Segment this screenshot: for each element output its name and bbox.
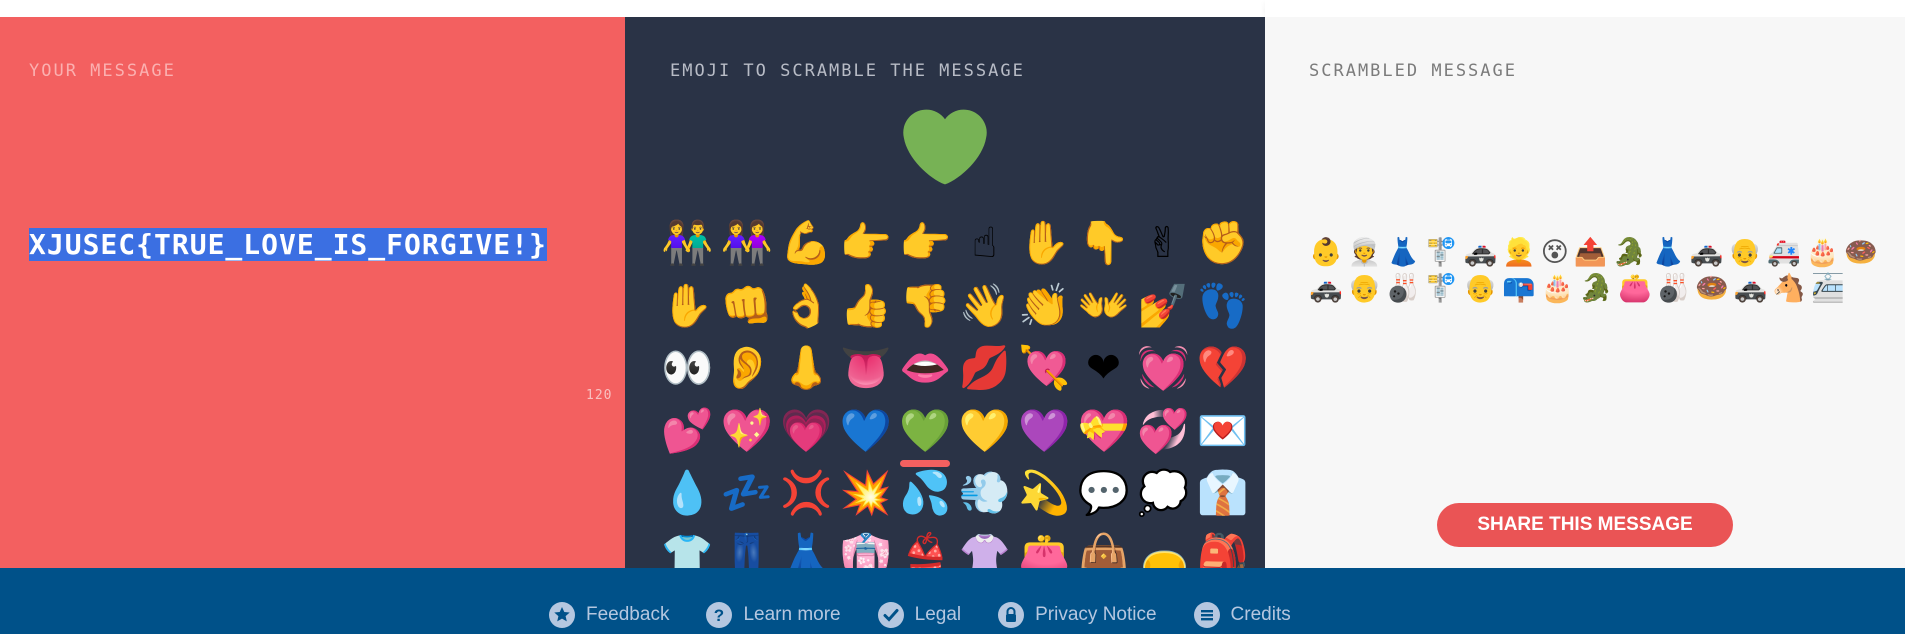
emoji-option[interactable]: 💖 (721, 405, 773, 457)
emoji-option[interactable]: 👉 (840, 217, 892, 269)
footer-link-label: Feedback (586, 604, 670, 625)
emoji-option[interactable]: 💚 (899, 405, 951, 457)
scrambled-message-label: SCRAMBLED MESSAGE (1309, 61, 1517, 81)
emoji-option[interactable]: 💘 (1018, 342, 1070, 394)
message-text: XJUSEC{TRUE_LOVE_IS_FORGIVE!} (29, 228, 547, 261)
emoji-option[interactable]: 💋 (959, 342, 1011, 394)
emoji-option[interactable]: 💕 (661, 405, 713, 457)
emoji-option[interactable]: 👚 (959, 530, 1011, 569)
emoji-option[interactable]: 👙 (899, 530, 951, 569)
emoji-option[interactable]: 💜 (1018, 405, 1070, 457)
emoji-option[interactable]: 💥 (840, 467, 892, 519)
emoji-option[interactable]: 👐 (1078, 280, 1130, 332)
emoji-option[interactable]: 👫 (661, 217, 713, 269)
emoji-option[interactable]: 👅 (840, 342, 892, 394)
emoji-option[interactable]: 👔 (1197, 467, 1249, 519)
emoji-option[interactable]: 👭 (721, 217, 773, 269)
emoji-option[interactable]: 💙 (840, 405, 892, 457)
emoji-option[interactable]: 🎒 (1197, 530, 1249, 569)
emoji-option[interactable]: 👀 (661, 342, 713, 394)
emoji-option[interactable]: 👛 (1018, 530, 1070, 569)
emoji-option[interactable]: 👌 (780, 280, 832, 332)
question-icon: ? (706, 602, 733, 628)
emoji-option[interactable]: 💞 (1137, 405, 1189, 457)
emoji-option[interactable]: 👘 (840, 530, 892, 569)
emoji-option[interactable]: 👖 (721, 530, 773, 569)
footer-link-learn-more[interactable]: ? Learn more (705, 601, 841, 629)
selected-green-heart-icon (903, 109, 987, 185)
selected-emoji-underline (900, 459, 950, 467)
footer-link-privacy-notice[interactable]: Privacy Notice (997, 601, 1157, 629)
emoji-option[interactable]: 💛 (959, 405, 1011, 457)
emoji-option[interactable]: 👎 (899, 280, 951, 332)
emoji-option[interactable]: 💦 (899, 467, 951, 519)
footer-links: Feedback? Learn more Legal Privacy Notice Cr… (548, 601, 1291, 629)
emoji-option[interactable]: 💪 (780, 217, 832, 269)
emoji-option[interactable]: 👣 (1197, 280, 1249, 332)
emoji-option[interactable]: 💨 (959, 467, 1011, 519)
emoji-option[interactable]: 💅 (1137, 280, 1189, 332)
emoji-option[interactable]: 💤 (721, 467, 773, 519)
svg-text:?: ? (714, 606, 724, 625)
emoji-option[interactable]: ✋ (1018, 217, 1070, 269)
emoji-option[interactable]: 💢 (780, 467, 832, 519)
emoji-option[interactable]: 👃 (780, 342, 832, 394)
your-message-panel: YOUR MESSAGE XJUSEC{TRUE_LOVE_IS_FORGIVE… (0, 17, 625, 568)
emoji-option[interactable]: 👊 (721, 280, 773, 332)
emoji-option[interactable]: 👝 (1137, 530, 1189, 569)
emoji-option[interactable]: 👕 (661, 530, 713, 569)
emoji-option[interactable]: 👋 (959, 280, 1011, 332)
star-icon (549, 602, 575, 628)
emoji-option[interactable]: 💭 (1137, 467, 1189, 519)
emoji-option[interactable]: 👍 (840, 280, 892, 332)
emoji-option[interactable]: 👗 (780, 530, 832, 569)
emoji-option[interactable]: 💝 (1078, 405, 1130, 457)
share-message-button[interactable]: SHARE THIS MESSAGE (1437, 503, 1733, 547)
emoji-option[interactable]: 👜 (1078, 530, 1130, 569)
footer-link-feedback[interactable]: Feedback (548, 601, 669, 629)
footer: Feedback? Learn more Legal Privacy Notice Cr… (0, 568, 1905, 634)
message-input[interactable]: XJUSEC{TRUE_LOVE_IS_FORGIVE!} (29, 227, 574, 262)
list-icon (1193, 602, 1220, 628)
footer-link-legal[interactable]: Legal (877, 601, 962, 629)
emoji-option[interactable]: 👂 (721, 342, 773, 394)
emoji-option[interactable]: 👄 (899, 342, 951, 394)
emoji-picker-label: EMOJI TO SCRAMBLE THE MESSAGE (670, 61, 1025, 81)
emoji-option[interactable]: 👇 (1078, 217, 1130, 269)
emoji-option[interactable]: 💓 (1137, 342, 1189, 394)
footer-link-label: Legal (914, 604, 962, 625)
emoji-option[interactable]: ❤ (1078, 342, 1130, 394)
check-icon (877, 602, 904, 628)
emoji-option[interactable]: 💌 (1197, 405, 1249, 457)
emoji-picker-panel: EMOJI TO SCRAMBLE THE MESSAGE 👫 👭 💪 👉 👉 ☝ ✋ 👇 ✌ ✊… (625, 17, 1265, 568)
emoji-option[interactable]: 💫 (1018, 467, 1070, 519)
emoji-option[interactable]: ✌ (1137, 217, 1189, 269)
character-counter: 120 (586, 388, 613, 403)
emoji-option[interactable]: 💔 (1197, 342, 1249, 394)
footer-link-label: Learn more (743, 604, 841, 625)
scrambled-message-panel: SCRAMBLED MESSAGE 👶👳👗🚏🚓👱😵📤🐊👗🚓👴🚑🎂🍩🚓👴🎳🚏👴📪🎂… (1265, 17, 1905, 568)
emoji-option[interactable]: 👏 (1018, 280, 1070, 332)
scrambled-output: 👶👳👗🚏🚓👱😵📤🐊👗🚓👴🚑🎂🍩🚓👴🎳🚏👴📪🎂🐊👛🎳🍩🚓🐴🚈 (1309, 237, 1883, 304)
emoji-option[interactable]: ☝ (959, 217, 1011, 269)
emoji-option[interactable]: 💬 (1078, 467, 1130, 519)
footer-link-credits[interactable]: Credits (1193, 601, 1291, 629)
emoji-option[interactable]: 💗 (780, 405, 832, 457)
emoji-option[interactable]: 👉 (899, 217, 951, 269)
emoji-option[interactable]: 💧 (661, 467, 713, 519)
your-message-label: YOUR MESSAGE (29, 61, 176, 81)
lock-icon (998, 602, 1025, 628)
emoji-option[interactable]: ✊ (1197, 217, 1249, 269)
top-bar (0, 0, 1905, 17)
footer-link-label: Credits (1230, 604, 1291, 625)
emoji-option[interactable]: ✋ (661, 280, 713, 332)
footer-link-label: Privacy Notice (1035, 604, 1157, 625)
